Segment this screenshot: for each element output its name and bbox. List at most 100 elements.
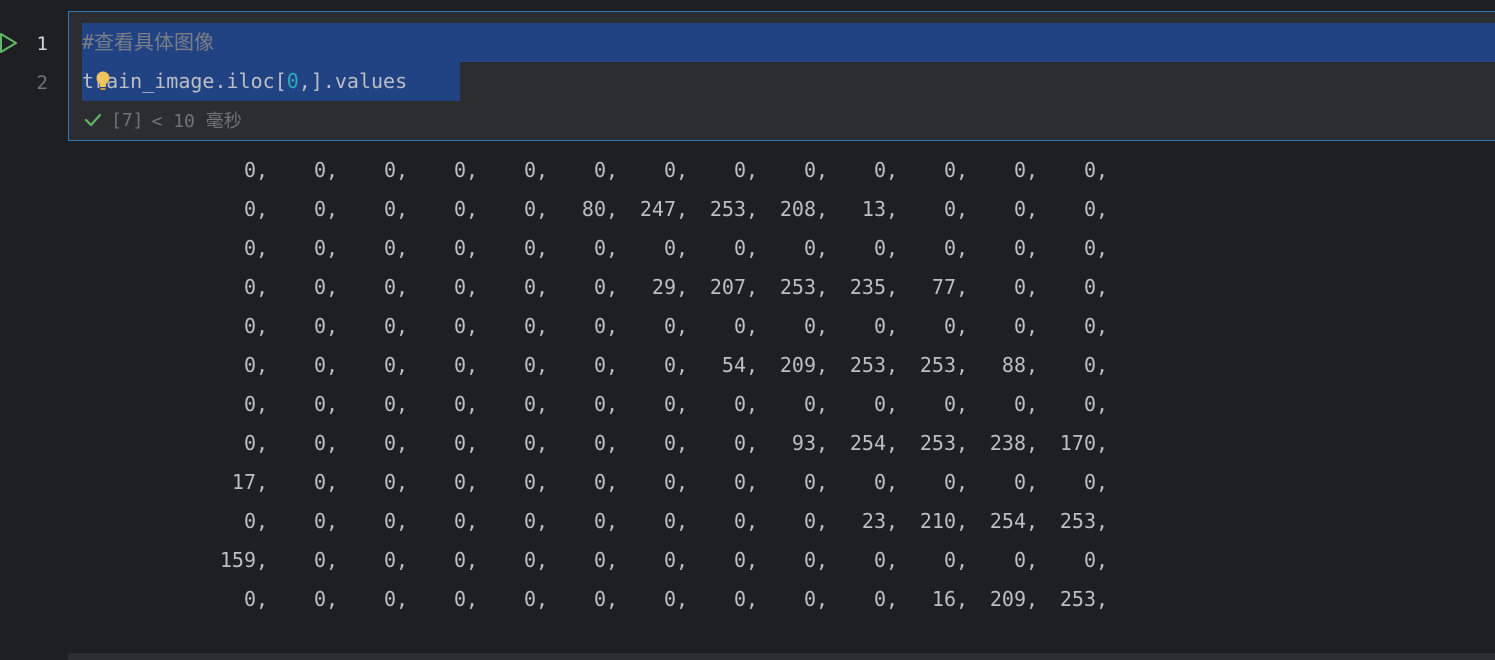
comma-separator: , (956, 275, 969, 299)
comma-separator: , (746, 275, 759, 299)
output-value: 0 (243, 197, 256, 221)
comma-separator: , (956, 509, 969, 533)
output-value: 0 (523, 197, 536, 221)
comma-separator: , (396, 587, 409, 611)
output-value: 0 (313, 158, 326, 182)
output-value: 235 (849, 275, 886, 299)
line-number-2: 2 (36, 72, 48, 94)
comma-separator: , (536, 353, 549, 377)
output-row: 0,0,0,0,0,0,0,0,0,0,0,0,0, (68, 151, 1168, 190)
comma-separator: , (956, 470, 969, 494)
comma-separator: , (326, 314, 339, 338)
output-value: 0 (803, 548, 816, 572)
output-value: 253 (1059, 587, 1096, 611)
comma-separator: , (1096, 158, 1109, 182)
code-text: train_image.iloc[ (82, 69, 287, 93)
output-row: 0, 0, 0, 0, 0, 0, 0, 0, 0, 23, 210, 254, 253, (68, 502, 1168, 541)
comma-separator: , (606, 431, 619, 455)
output-value: 0 (523, 158, 536, 182)
output-value: 0 (943, 548, 956, 572)
output-value: 0 (383, 158, 396, 182)
output-value: 0 (1013, 470, 1026, 494)
comment-line[interactable]: #查看具体图像 (82, 23, 214, 62)
output-value: 0 (313, 236, 326, 260)
output-row: 0,0,0,0,0,0,0,0,0,0,0,0,0, (68, 385, 1168, 424)
output-value: 0 (453, 548, 466, 572)
comma-separator: , (256, 236, 269, 260)
output-value: 0 (733, 509, 746, 533)
comma-separator: , (256, 158, 269, 182)
output-value: 0 (663, 509, 676, 533)
output-value: 0 (873, 587, 886, 611)
output-value: 0 (733, 158, 746, 182)
number-token: 0 (286, 69, 299, 93)
comma-separator: , (676, 314, 689, 338)
output-value: 0 (593, 548, 606, 572)
output-value: 0 (873, 236, 886, 260)
output-value: 0 (243, 314, 256, 338)
output-value: 0 (243, 236, 256, 260)
lightbulb-icon[interactable] (95, 71, 111, 91)
selection-highlight (82, 23, 1495, 62)
output-row: 0, 0, 0, 0, 0, 0, 0, 54, 209, 253, 253, 88, 0, (68, 346, 1168, 385)
output-value: 0 (453, 392, 466, 416)
comma-separator: , (256, 470, 269, 494)
comma-separator: , (606, 353, 619, 377)
output-value: 247 (639, 197, 676, 221)
comma-separator: , (606, 236, 619, 260)
output-value: 0 (523, 353, 536, 377)
comma-separator: , (676, 548, 689, 572)
output-value: 207 (709, 275, 746, 299)
comma-separator: , (676, 275, 689, 299)
comma-separator: , (746, 392, 759, 416)
code-line[interactable]: train_image.iloc[0,].values (82, 62, 407, 101)
comma-separator: , (956, 314, 969, 338)
output-value: 29 (651, 275, 676, 299)
output-value: 0 (1083, 314, 1096, 338)
comma-separator: , (536, 275, 549, 299)
output-value: 80 (581, 197, 606, 221)
comma-separator: , (816, 236, 829, 260)
comma-separator: , (956, 392, 969, 416)
output-value: 0 (453, 431, 466, 455)
output-value: 0 (733, 236, 746, 260)
comma-separator: , (1096, 275, 1109, 299)
output-value: 0 (663, 314, 676, 338)
output-value: 253 (849, 353, 886, 377)
output-value: 0 (663, 548, 676, 572)
comma-separator: , (326, 236, 339, 260)
output-value: 13 (861, 197, 886, 221)
comma-separator: , (326, 158, 339, 182)
comma-separator: , (676, 353, 689, 377)
output-value: 0 (803, 587, 816, 611)
comma-separator: , (326, 353, 339, 377)
output-value: 159 (219, 548, 256, 572)
output-value: 0 (733, 548, 746, 572)
output-value: 0 (593, 470, 606, 494)
output-value: 0 (453, 197, 466, 221)
output-value: 0 (383, 587, 396, 611)
comma-separator: , (536, 392, 549, 416)
comma-separator: , (1096, 392, 1109, 416)
comma-separator: , (1026, 548, 1039, 572)
comma-separator: , (1026, 314, 1039, 338)
comma-separator: , (816, 470, 829, 494)
output-value: 0 (453, 236, 466, 260)
code-cell[interactable]: #查看具体图像 train_image.iloc[0,].values [7] … (68, 11, 1495, 141)
output-value: 0 (313, 587, 326, 611)
output-value: 253 (1059, 509, 1096, 533)
comma-separator: , (396, 470, 409, 494)
comma-separator: , (326, 470, 339, 494)
comma-separator: , (606, 548, 619, 572)
output-value: 0 (383, 353, 396, 377)
output-value: 0 (383, 314, 396, 338)
comma-separator: , (396, 275, 409, 299)
comma-separator: , (606, 197, 619, 221)
comma-separator: , (606, 392, 619, 416)
output-value: 0 (523, 431, 536, 455)
output-value: 0 (523, 275, 536, 299)
comma-separator: , (1026, 353, 1039, 377)
comma-separator: , (676, 509, 689, 533)
output-value: 0 (943, 158, 956, 182)
comma-separator: , (536, 509, 549, 533)
